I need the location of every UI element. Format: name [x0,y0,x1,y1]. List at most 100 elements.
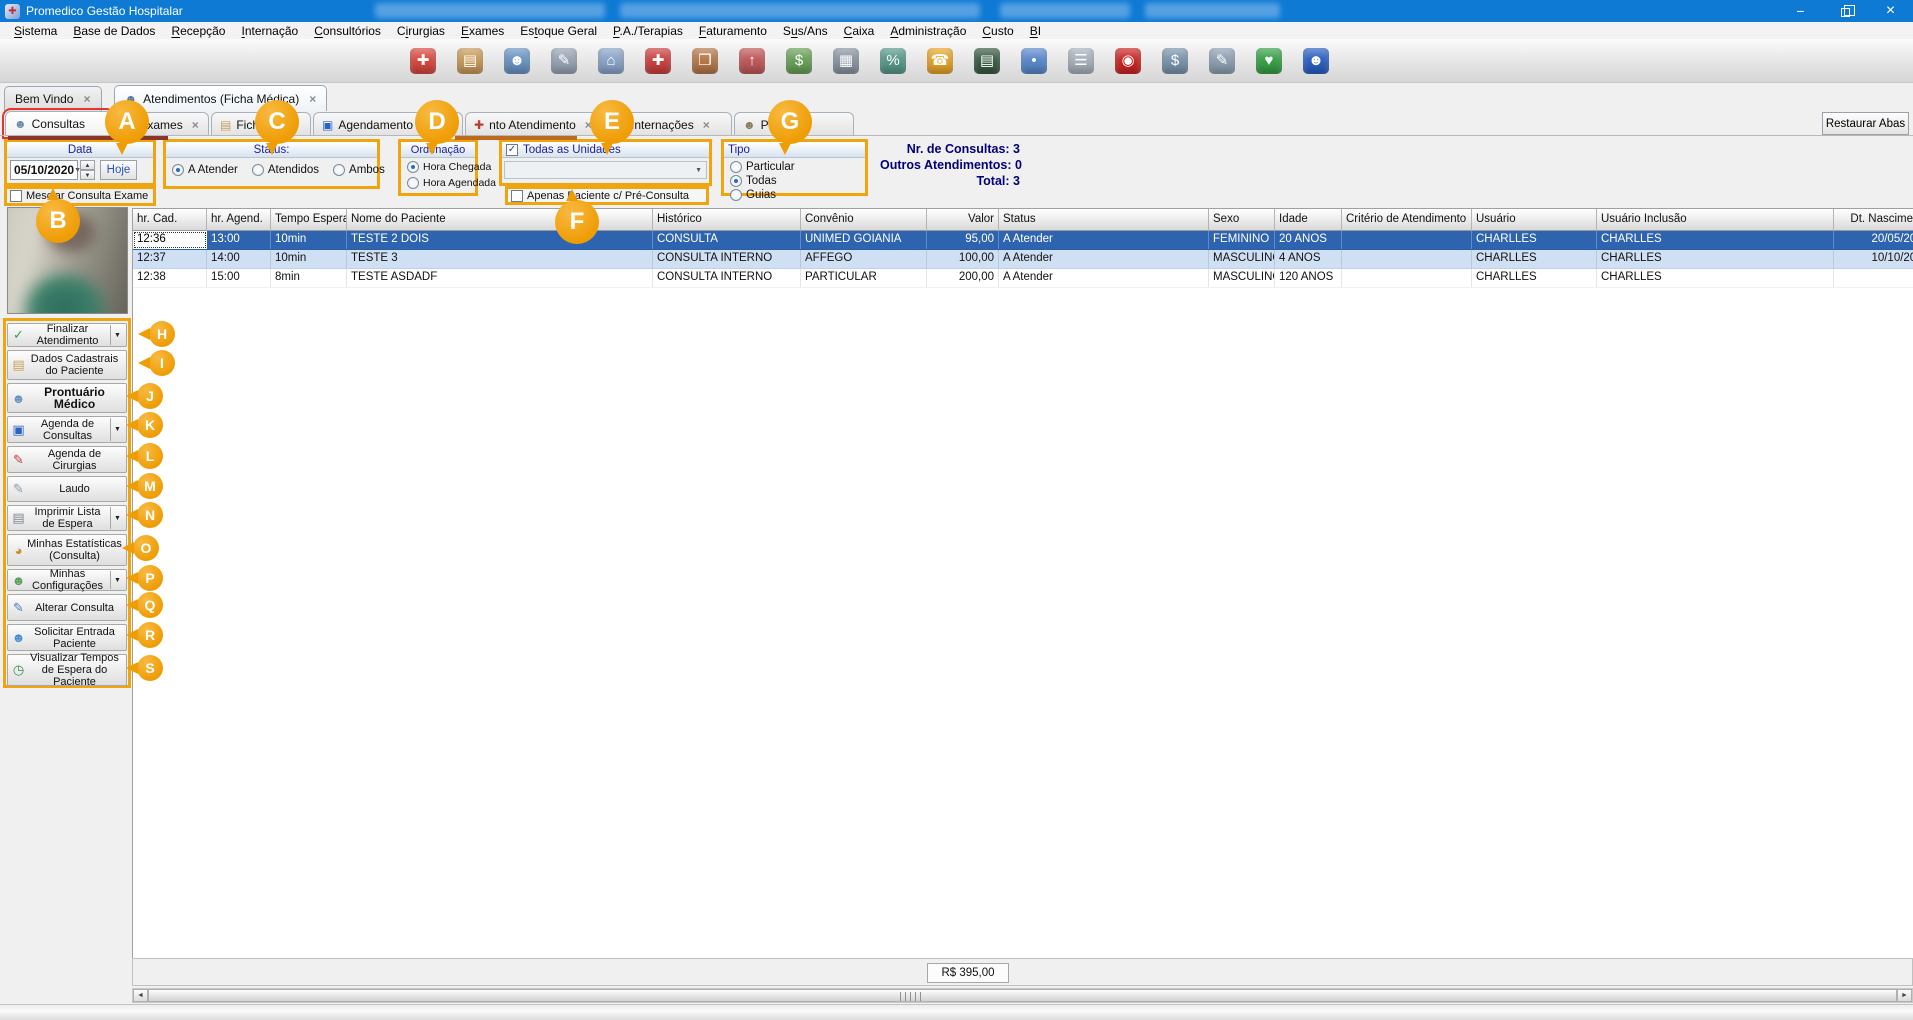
main-tab-atendimentos-ficha-medica[interactable]: ☻Atendimentos (Ficha Médica)× [114,85,328,111]
restaurar-abas-button[interactable]: Restaurar Abas [1822,112,1909,135]
minhas-estatisticas-consulta-button[interactable]: ◕Minhas Estatísticas (Consulta) [7,534,127,566]
contract-document-icon[interactable]: ✎ [549,46,579,76]
column-header-valor[interactable]: Valor [927,209,999,231]
table-row[interactable]: 12:3613:0010minTESTE 2 DOISCONSULTAUNIME… [133,231,1913,250]
radio-todas[interactable]: Todas [730,175,788,187]
patient-book-icon[interactable]: ☻ [1301,46,1331,76]
table-row[interactable]: 12:3714:0010minTESTE 3CONSULTA INTERNOAF… [133,250,1913,269]
alterar-consulta-button[interactable]: ✎Alterar Consulta [7,594,127,621]
menu-base-de-dados[interactable]: Base de Dados [65,24,163,38]
chat-icon[interactable]: • [1019,46,1049,76]
patient-records-icon[interactable]: ▤ [455,46,485,76]
close-button[interactable]: × [1868,0,1913,22]
ambulance-icon[interactable]: ✚ [643,46,673,76]
column-header-usuario[interactable]: Usuário [1472,209,1597,231]
hoje-button[interactable]: Hoje [100,160,137,180]
dropdown-arrow-icon[interactable]: ▼ [110,418,124,441]
mesclar-checkbox[interactable] [10,190,22,202]
billing-icon[interactable]: $ [1160,46,1190,76]
column-header-historico[interactable]: Histórico [653,209,801,231]
restore-button[interactable] [1823,0,1868,22]
main-tab-bem-vindo[interactable]: Bem Vindo× [4,86,102,111]
emergency-patients-icon[interactable]: ✚ [408,46,438,76]
finalizar-atendimento-button[interactable]: ✓Finalizar Atendimento▼ [7,323,127,347]
column-header-convenio[interactable]: Convênio [801,209,927,231]
menu-cirurgias[interactable]: Cirurgias [389,24,453,38]
minimize-button[interactable]: − [1778,0,1823,22]
spin-up-icon[interactable]: ▲ [80,160,95,170]
close-tab-icon[interactable]: × [309,92,316,106]
doctor-icon[interactable]: ☻ [502,46,532,76]
dropdown-arrow-icon[interactable]: ▼ [110,571,124,589]
prontuario-medico-button[interactable]: ☻Prontuário Médico [7,383,127,413]
column-header-nome-do-paciente[interactable]: Nome do Paciente [347,209,653,231]
scrollbar-thumb[interactable] [148,989,1897,1002]
radio-ambos[interactable]: Ambos [333,164,385,176]
radio-a-atender[interactable]: A Atender [172,164,238,176]
ledger-book-icon[interactable]: ▤ [972,46,1002,76]
menu-consultorios[interactable]: Consultórios [306,24,389,38]
menu-sistema[interactable]: Sistema [6,24,65,38]
menu-internacao[interactable]: Internação [233,24,306,38]
scroll-left-icon[interactable]: ◄ [133,989,148,1002]
imprimir-lista-de-espera-button[interactable]: ▤Imprimir Lista de Espera▼ [7,505,127,531]
phone-directory-icon[interactable]: ☎ [925,46,955,76]
menu-bi[interactable]: BI [1022,24,1049,38]
column-header-usuario-inclusao[interactable]: Usuário Inclusão [1597,209,1834,231]
menu-exames[interactable]: Exames [453,24,512,38]
close-tab-icon[interactable]: × [83,92,90,106]
unidades-dropdown[interactable]: ▼ [504,161,707,179]
sub-tab-consultas[interactable]: ☻Consultas [5,111,112,136]
dados-cadastrais-do-paciente-button[interactable]: ▤Dados Cadastrais do Paciente [7,350,127,380]
agenda-de-consultas-button[interactable]: ▣Agenda de Consultas▼ [7,416,127,443]
statistics-icon[interactable]: % [878,46,908,76]
menu-custo[interactable]: Custo [974,24,1021,38]
finance-up-icon[interactable]: ↑ [737,46,767,76]
visualizar-tempos-de-espera-do-paciente-button[interactable]: ◷Visualizar Tempos de Espera do Paciente [7,654,127,686]
sign-document-icon[interactable]: ✎ [1207,46,1237,76]
menu-caixa[interactable]: Caixa [836,24,883,38]
menu-p-a-terapias[interactable]: P.A./Terapias [605,24,691,38]
cash-icon[interactable]: $ [784,46,814,76]
dropdown-arrow-icon[interactable]: ▼ [110,507,124,529]
column-header-hr-cad[interactable]: hr. Cad. [133,209,207,231]
table-row[interactable]: 12:3815:008minTESTE ASDADFCONSULTA INTER… [133,269,1913,288]
menu-recepcao[interactable]: Recepção [163,24,233,38]
minhas-configuracoes-button[interactable]: ☻Minhas Configurações▼ [7,569,127,591]
horizontal-scrollbar[interactable]: ◄ ► [132,988,1913,1003]
menu-administracao[interactable]: Administração [882,24,974,38]
pre-consulta-checkbox[interactable] [511,190,523,202]
close-tab-icon[interactable]: × [192,118,199,132]
radio-atendidos[interactable]: Atendidos [252,164,319,176]
menu-faturamento[interactable]: Faturamento [691,24,775,38]
spin-down-icon[interactable]: ▼ [80,170,95,180]
scrollbar-grip[interactable] [900,992,922,1001]
column-header-tempo-espera[interactable]: Tempo Espera [271,209,347,231]
report-icon[interactable]: ☰ [1066,46,1096,76]
agenda-de-cirurgias-button[interactable]: ✎Agenda de Cirurgias [7,446,127,473]
dropdown-arrow-icon[interactable]: ▼ [110,325,124,345]
supplies-icon[interactable]: ❒ [690,46,720,76]
date-input[interactable]: 05/10/2020 ▼ [10,160,78,180]
radio-guias[interactable]: Guias [730,189,796,201]
column-header-criterio-de-atendimento[interactable]: Critério de Atendimento [1342,209,1472,231]
column-header-status[interactable]: Status [999,209,1209,231]
hospital-bed-icon[interactable]: ⌂ [596,46,626,76]
column-header-idade[interactable]: Idade [1275,209,1342,231]
scroll-right-icon[interactable]: ► [1897,989,1912,1002]
vitals-book-icon[interactable]: ♥ [1254,46,1284,76]
power-icon[interactable]: ◉ [1113,46,1143,76]
solicitar-entrada-paciente-button[interactable]: ☻Solicitar Entrada Paciente [7,624,127,651]
sub-tab-internacoes[interactable]: Internações× [622,112,732,136]
unidades-checkbox[interactable]: ✓ [506,144,518,156]
radio-particular[interactable]: Particular [730,161,796,173]
close-tab-icon[interactable]: × [703,118,710,132]
laudo-button[interactable]: ✎Laudo [7,476,127,502]
column-header-dt-nascimento[interactable]: Dt. Nascimento [1834,209,1913,231]
column-header-sexo[interactable]: Sexo [1209,209,1275,231]
safe-cabinet-icon[interactable]: ▦ [831,46,861,76]
menu-sus-ans[interactable]: Sus/Ans [775,24,836,38]
radio-hora-agendada[interactable]: Hora Agendada [407,177,496,189]
radio-hora-chegada[interactable]: Hora Chegada [407,161,491,173]
date-spinner[interactable]: ▲▼ [80,160,95,180]
